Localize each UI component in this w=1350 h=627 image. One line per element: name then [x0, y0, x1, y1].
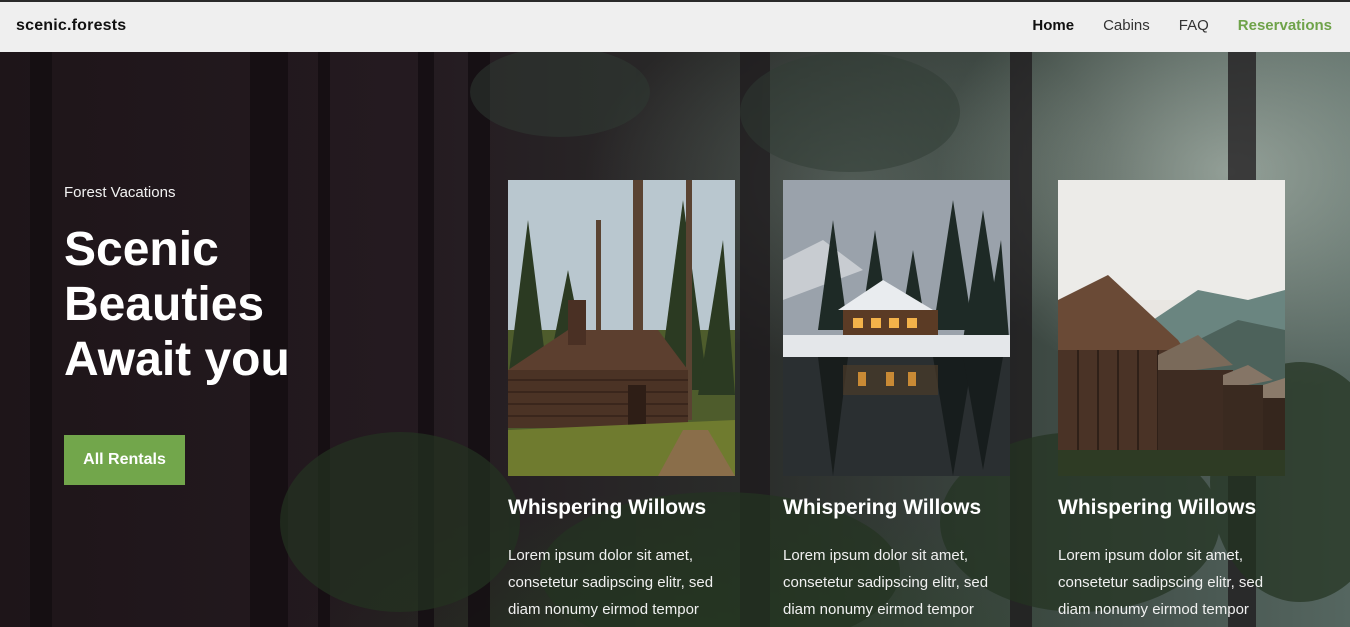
main-nav: Home Cabins FAQ Reservations	[1032, 17, 1332, 34]
card-title: Whispering Willows	[1058, 496, 1257, 519]
card-title: Whispering Willows	[783, 496, 982, 519]
hero-eyebrow: Forest Vacations	[64, 184, 176, 201]
hero-headline: Scenic Beauties Await you	[64, 223, 290, 386]
cabin-photo-forest[interactable]	[508, 180, 735, 476]
card-description: Lorem ipsum dolor sit amet, consetetur s…	[508, 547, 714, 618]
card-title: Whispering Willows	[508, 496, 707, 519]
cabin-photo-mountain[interactable]	[1058, 180, 1285, 476]
cabin-card[interactable]: Whispering Willows Lorem ipsum dolor sit…	[783, 180, 1010, 623]
cabin-card[interactable]: Whispering Willows Lorem ipsum dolor sit…	[508, 180, 735, 623]
nav-reservations[interactable]: Reservations	[1238, 17, 1332, 34]
nav-home[interactable]: Home	[1032, 17, 1074, 34]
cabin-card[interactable]: Whispering Willows Lorem ipsum dolor sit…	[1058, 180, 1285, 623]
hero-section: Forest Vacations Scenic Beauties Await y…	[0, 52, 1350, 627]
nav-cabins[interactable]: Cabins	[1103, 17, 1150, 34]
cabin-photo-lake[interactable]	[783, 180, 1010, 476]
card-description: Lorem ipsum dolor sit amet, consetetur s…	[783, 547, 989, 618]
card-description: Lorem ipsum dolor sit amet, consetetur s…	[1058, 547, 1264, 618]
brand-logo[interactable]: scenic.forests	[16, 17, 126, 35]
navbar: scenic.forests Home Cabins FAQ Reservati…	[0, 2, 1350, 52]
nav-faq[interactable]: FAQ	[1179, 17, 1209, 34]
all-rentals-button[interactable]: All Rentals	[64, 435, 185, 485]
